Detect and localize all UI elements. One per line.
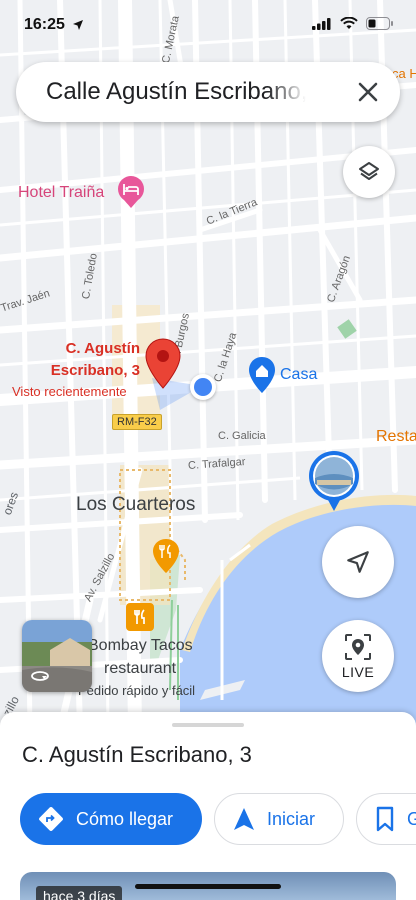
home-pin-icon[interactable] xyxy=(248,356,276,394)
status-bar: 16:25 xyxy=(0,0,416,52)
search-bar[interactable]: Calle Agustín Escribano, 3 xyxy=(16,62,400,122)
edge-label-right: Resta xyxy=(376,428,416,445)
navigation-start-icon xyxy=(234,808,254,830)
start-label: Iniciar xyxy=(267,808,316,829)
my-location-dot[interactable] xyxy=(190,374,216,400)
live-label: LIVE xyxy=(341,664,375,680)
wifi-icon xyxy=(340,17,358,29)
search-query[interactable]: Calle Agustín Escribano, 3 xyxy=(46,78,306,106)
directions-button[interactable]: Cómo llegar xyxy=(20,793,202,845)
rotate-360-icon xyxy=(31,671,49,681)
street-view-thumbnail[interactable] xyxy=(22,620,92,692)
status-time: 16:25 xyxy=(24,16,65,33)
restaurant-pin-icon[interactable] xyxy=(152,538,180,574)
selected-place-label-line1: C. Agustín xyxy=(65,340,140,357)
selected-place-pin-icon[interactable] xyxy=(144,338,182,390)
bookmark-icon xyxy=(376,806,394,832)
hotel-icon[interactable] xyxy=(118,176,144,202)
street-label-galicia: C. Galicia xyxy=(218,430,266,442)
directions-label: Cómo llegar xyxy=(76,808,174,829)
map-layers-button[interactable] xyxy=(343,146,395,198)
photo-pin[interactable] xyxy=(308,450,360,512)
place-bottom-sheet[interactable]: C. Agustín Escribano, 3 Cómo llegar Inic… xyxy=(0,712,416,900)
hotel-pin-tail-icon xyxy=(124,200,138,208)
photo-age-badge: hace 3 días xyxy=(36,886,123,900)
my-location-button[interactable] xyxy=(322,526,394,598)
action-buttons-row: Cómo llegar Iniciar G xyxy=(20,793,416,845)
neighborhood-label: Los Cuarteros xyxy=(76,494,196,515)
road-shield: RM-F32 xyxy=(112,414,162,430)
start-navigation-button[interactable]: Iniciar xyxy=(214,793,344,845)
live-view-icon xyxy=(345,634,371,660)
layers-icon xyxy=(359,162,379,180)
home-label[interactable]: Casa xyxy=(280,366,317,384)
cellular-signal-icon xyxy=(312,17,331,30)
directions-icon xyxy=(39,807,63,831)
battery-icon xyxy=(366,17,393,30)
close-icon[interactable] xyxy=(354,78,382,106)
sheet-drag-handle[interactable] xyxy=(172,723,244,727)
selected-place-label-line2: Escribano, 3 xyxy=(50,362,140,379)
restaurant-name-line2[interactable]: restaurant xyxy=(104,660,176,678)
restaurant-name-line1[interactable]: Bombay Tacos xyxy=(88,637,193,655)
hotel-label[interactable]: Hotel Traiña xyxy=(18,184,104,202)
save-label: G xyxy=(407,808,416,829)
fast-food-icon[interactable] xyxy=(126,603,154,631)
place-title: C. Agustín Escribano, 3 xyxy=(22,742,252,767)
recent-visit-label: Visto recientemente xyxy=(12,384,127,399)
live-view-button[interactable]: LIVE xyxy=(322,620,394,692)
save-button[interactable]: G xyxy=(356,793,416,845)
restaurant-type: Pedido rápido y fácil xyxy=(78,683,196,698)
home-indicator[interactable] xyxy=(135,884,281,889)
navigation-arrow-icon xyxy=(347,551,369,573)
photo-pin-icon xyxy=(309,451,359,511)
location-services-icon xyxy=(73,20,83,30)
